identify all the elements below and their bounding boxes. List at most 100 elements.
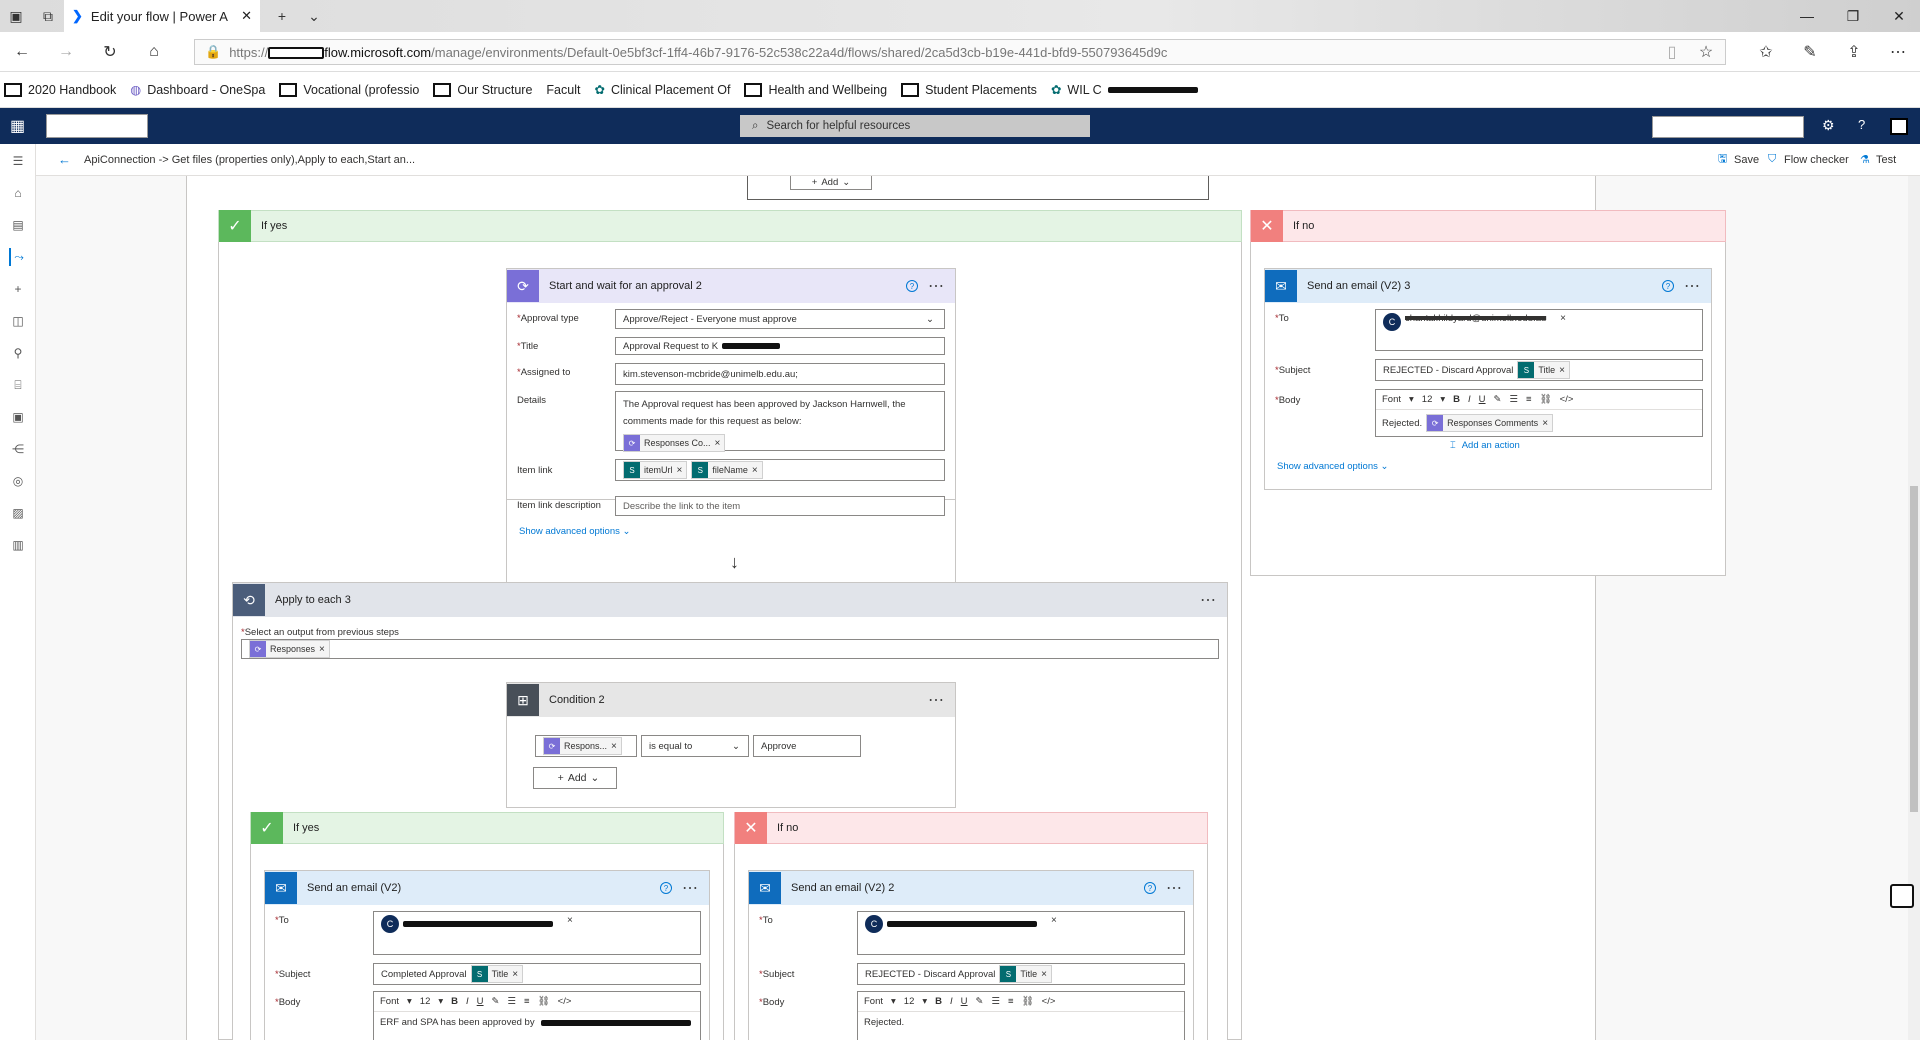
send-email-header[interactable]: ✉ Send an email (V2) ? ⋯ <box>265 871 709 905</box>
more-icon[interactable]: ⋯ <box>1878 32 1918 72</box>
subject-field[interactable]: REJECTED - Discard Approval S Title × <box>1375 359 1703 381</box>
pen-icon[interactable]: ✎ <box>1790 32 1830 72</box>
send-email-3-header[interactable]: ✉ Send an email (V2) 3 ? ⋯ <box>1265 269 1711 303</box>
link-icon[interactable]: ⛓ <box>538 996 550 1007</box>
underline-icon[interactable]: U <box>961 996 968 1007</box>
process-advisor-icon[interactable]: ⋲ <box>9 440 27 458</box>
numbering-icon[interactable]: ≡ <box>524 996 530 1007</box>
code-icon[interactable]: </> <box>1042 996 1056 1007</box>
apply-to-each-header[interactable]: ⟲ Apply to each 3 ⋯ <box>233 583 1227 617</box>
templates-icon[interactable]: ◫ <box>9 312 27 330</box>
remove-token-icon[interactable]: × <box>752 465 758 476</box>
bookmark-item[interactable]: Vocational (professio <box>279 82 419 97</box>
remove-recipient-icon[interactable]: × <box>1051 915 1057 926</box>
assigned-to-field[interactable]: kim.stevenson-mcbride@unimelb.edu.au; <box>615 363 945 385</box>
size-select[interactable]: 12 <box>420 996 431 1007</box>
forward-icon[interactable]: → <box>46 32 86 72</box>
remove-recipient-icon[interactable]: × <box>567 915 573 926</box>
condition-right-operand[interactable]: Approve <box>753 735 861 757</box>
body-editor[interactable]: Font ▾ 12 ▾ BIU ✎ ☰ ≡ ⛓ </> Rejected. <box>857 991 1185 1040</box>
save-button[interactable]: Save <box>1734 154 1759 166</box>
bookmark-item[interactable]: Health and Wellbeing <box>744 82 887 97</box>
title-field[interactable]: Approval Request to K <box>615 337 945 355</box>
numbering-icon[interactable]: ≡ <box>1008 996 1014 1007</box>
favorite-star-icon[interactable]: ☆ <box>1686 32 1726 72</box>
favorites-icon[interactable]: ✩ <box>1746 32 1786 72</box>
link-icon[interactable]: ⛓ <box>1540 394 1552 405</box>
to-field[interactable]: C × <box>857 911 1185 955</box>
help-icon[interactable]: ? <box>906 280 918 292</box>
approval-card-header[interactable]: ⟳ Start and wait for an approval 2 ? ⋯ <box>507 269 955 303</box>
subject-field[interactable]: Completed Approval S Title × <box>373 963 701 985</box>
more-options-icon[interactable]: ⋯ <box>928 690 945 710</box>
more-options-icon[interactable]: ⋯ <box>682 878 699 898</box>
add-an-action-button[interactable]: ⌶ Add an action <box>1450 440 1520 451</box>
item-link-description-field[interactable]: Describe the link to the item <box>615 496 945 516</box>
numbering-icon[interactable]: ≡ <box>1526 394 1532 405</box>
condition-left-operand[interactable]: ⟳ Respons... × <box>535 735 637 757</box>
font-select[interactable]: Font <box>380 996 399 1007</box>
my-flows-icon[interactable]: ⤳ <box>9 248 27 266</box>
more-options-icon[interactable]: ⋯ <box>1200 590 1217 610</box>
bullets-icon[interactable]: ☰ <box>1510 394 1519 405</box>
ai-builder-icon[interactable]: ▣ <box>9 408 27 426</box>
create-icon[interactable]: + <box>9 280 27 298</box>
share-icon[interactable]: ⇪ <box>1834 32 1874 72</box>
code-icon[interactable]: </> <box>558 996 572 1007</box>
add-condition-button[interactable]: + Add ⌄ <box>533 767 617 789</box>
tab-active[interactable]: ❯ Edit your flow | Power A ✕ <box>64 0 260 32</box>
help-icon[interactable]: ? <box>1144 882 1156 894</box>
token[interactable]: S Title × <box>999 965 1052 983</box>
remove-token-icon[interactable]: × <box>715 435 721 452</box>
connectors-icon[interactable]: ⚲ <box>9 344 27 362</box>
bold-icon[interactable]: B <box>1453 394 1460 405</box>
more-options-icon[interactable]: ⋯ <box>1166 878 1183 898</box>
address-bar[interactable]: 🔒 https://flow.microsoft.com/manage/envi… <box>194 39 1726 65</box>
help-icon[interactable]: ? <box>660 882 672 894</box>
approval-type-select[interactable]: Approve/Reject - Everyone must approve ⌄ <box>615 309 945 329</box>
environment-picker[interactable] <box>1652 116 1804 138</box>
vertical-scrollbar[interactable] <box>1908 176 1920 1040</box>
new-tab-icon[interactable]: + <box>268 0 296 32</box>
home-icon[interactable]: ⌂ <box>134 32 174 72</box>
help-icon[interactable]: ? <box>1662 280 1674 292</box>
condition-operator-select[interactable]: is equal to ⌄ <box>641 735 749 757</box>
bookmark-item[interactable]: Our Structure <box>433 82 532 97</box>
avatar[interactable] <box>1890 118 1908 135</box>
minimize-icon[interactable]: — <box>1784 0 1830 32</box>
show-advanced-options-link[interactable]: Show advanced options ⌄ <box>1277 461 1389 472</box>
close-tab-icon[interactable]: ✕ <box>241 8 252 24</box>
bold-icon[interactable]: B <box>935 996 942 1007</box>
font-select[interactable]: Font <box>864 996 883 1007</box>
solutions-icon[interactable]: ◎ <box>9 472 27 490</box>
select-output-field[interactable]: ⟳ Responses × <box>241 639 1219 659</box>
more-options-icon[interactable]: ⋯ <box>928 276 945 296</box>
size-select[interactable]: 12 <box>1422 394 1433 405</box>
italic-icon[interactable]: I <box>1468 394 1471 405</box>
bullets-icon[interactable]: ☰ <box>508 996 517 1007</box>
italic-icon[interactable]: I <box>950 996 953 1007</box>
bullets-icon[interactable]: ☰ <box>992 996 1001 1007</box>
link-icon[interactable]: ⛓ <box>1022 996 1034 1007</box>
token[interactable]: SitemUrl × <box>623 461 688 479</box>
bookmark-item[interactable]: Student Placements <box>901 82 1037 97</box>
underline-icon[interactable]: U <box>477 996 484 1007</box>
data-icon[interactable]: ⌸ <box>9 376 27 394</box>
token[interactable]: ⟳ Respons... × <box>543 737 622 755</box>
remove-token-icon[interactable]: × <box>1559 365 1565 376</box>
token[interactable]: SfileName × <box>691 461 763 479</box>
monitor-icon[interactable]: ▨ <box>9 504 27 522</box>
item-link-field[interactable]: SitemUrl × SfileName × <box>615 459 945 481</box>
code-icon[interactable]: </> <box>1560 394 1574 405</box>
remove-token-icon[interactable]: × <box>677 465 683 476</box>
pen-icon[interactable]: ✎ <box>1494 394 1502 405</box>
remove-token-icon[interactable]: × <box>319 644 325 655</box>
details-field[interactable]: The Approval request has been approved b… <box>615 391 945 452</box>
send-email-2-header[interactable]: ✉ Send an email (V2) 2 ? ⋯ <box>749 871 1193 905</box>
refresh-icon[interactable]: ↻ <box>90 32 130 72</box>
chat-icon[interactable] <box>1890 884 1914 908</box>
italic-icon[interactable]: I <box>466 996 469 1007</box>
close-window-icon[interactable]: ✕ <box>1876 0 1920 32</box>
back-arrow-icon[interactable]: ← <box>58 152 71 167</box>
settings-icon[interactable]: ⚙ <box>1822 117 1835 134</box>
